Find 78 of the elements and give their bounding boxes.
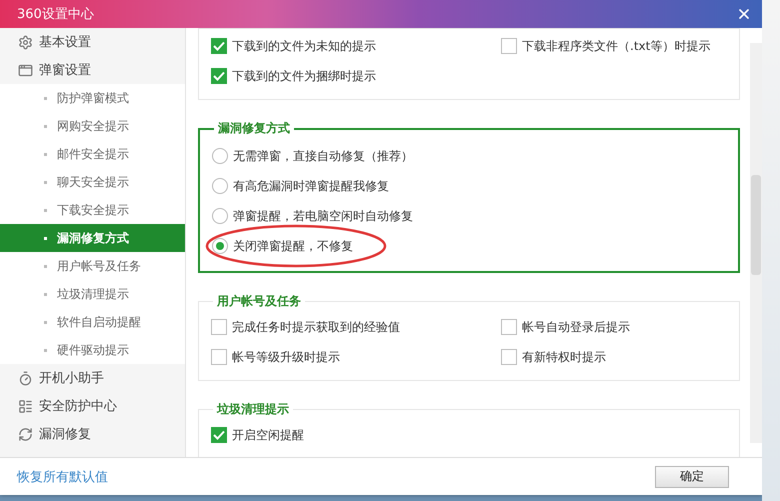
radio-button[interactable] xyxy=(212,238,228,254)
section-title: 用户帐号及任务 xyxy=(216,293,302,310)
radio-button[interactable] xyxy=(212,148,228,164)
bullet-icon xyxy=(44,320,47,324)
option-label: 开启空闲提醒 xyxy=(232,426,304,444)
bullet-icon xyxy=(44,208,47,212)
sidebar-item[interactable]: 弹窗设置 xyxy=(0,56,185,84)
option-label: 帐号自动登录后提示 xyxy=(522,318,630,336)
bullet-icon xyxy=(44,292,47,296)
option-label: 下载到的文件为捆绑时提示 xyxy=(232,68,376,84)
radio-button[interactable] xyxy=(212,178,228,194)
sidebar-subitem[interactable]: 防护弹窗模式 xyxy=(0,84,185,112)
restore-defaults-link[interactable]: 恢复所有默认值 xyxy=(17,468,108,486)
sidebar-subitem[interactable]: 软件自启动提醒 xyxy=(0,308,185,336)
checkbox[interactable] xyxy=(501,38,517,54)
sidebar-subitem[interactable]: 用户帐号及任务 xyxy=(0,252,185,280)
sidebar-label: 用户帐号及任务 xyxy=(57,258,141,274)
checkbox[interactable] xyxy=(211,427,227,443)
sidebar-icon xyxy=(18,398,33,414)
sidebar-label: 垃圾清理提示 xyxy=(57,286,129,302)
checkbox[interactable] xyxy=(501,319,517,335)
sidebar-item[interactable]: 开机小助手 xyxy=(0,364,185,392)
sidebar-subitem[interactable]: 垃圾清理提示 xyxy=(0,280,185,308)
sidebar-subitem[interactable]: 下载安全提示 xyxy=(0,196,185,224)
option-label: 有高危漏洞时弹窗提醒我修复 xyxy=(233,178,389,194)
option-label: 弹窗提醒，若电脑空闲时自动修复 xyxy=(233,208,413,224)
bullet-icon xyxy=(44,152,47,156)
close-button[interactable] xyxy=(736,6,752,22)
checkbox[interactable] xyxy=(211,319,227,335)
sidebar-icon xyxy=(18,370,33,386)
sidebar-subitem[interactable]: 聊天安全提示 xyxy=(0,168,185,196)
checkbox[interactable] xyxy=(501,349,517,365)
sidebar-icon xyxy=(18,34,33,50)
sidebar-subitem[interactable]: 硬件驱动提示 xyxy=(0,336,185,364)
sidebar-label: 开机小助手 xyxy=(39,370,104,387)
option-label: 完成任务时提示获取到的经验值 xyxy=(232,318,400,336)
bullet-icon xyxy=(44,96,47,100)
option-label: 下载非程序类文件（.txt等）时提示 xyxy=(522,38,710,54)
sidebar-label: 聊天安全提示 xyxy=(57,174,129,190)
option-label: 无需弹窗，直接自动修复（推荐） xyxy=(233,148,413,164)
bullet-icon xyxy=(44,264,47,268)
sidebar-subitem[interactable]: 邮件安全提示 xyxy=(0,140,185,168)
checkbox[interactable] xyxy=(211,68,227,84)
option-label: 帐号等级升级时提示 xyxy=(232,348,340,366)
sidebar-label: 邮件安全提示 xyxy=(57,146,129,162)
sidebar-label: 软件自启动提醒 xyxy=(57,314,141,330)
sidebar-label: 弹窗设置 xyxy=(39,62,91,79)
sidebar-label: 漏洞修复 xyxy=(39,426,91,443)
radio-button[interactable] xyxy=(212,208,228,224)
option-label: 下载到的文件为未知的提示 xyxy=(232,38,376,54)
scrollbar[interactable] xyxy=(750,43,762,443)
section-title: 垃圾清理提示 xyxy=(216,401,290,418)
sidebar-label: 网购安全提示 xyxy=(57,118,129,134)
sidebar-label: 安全防护中心 xyxy=(39,398,117,415)
bullet-icon xyxy=(44,236,47,240)
sidebar-item[interactable]: 漏洞修复 xyxy=(0,420,185,448)
bullet-icon xyxy=(44,348,47,352)
sidebar-icon xyxy=(18,426,33,442)
option-label: 有新特权时提示 xyxy=(522,348,606,366)
window-title: 360设置中心 xyxy=(17,6,94,23)
sidebar-item[interactable]: 安全防护中心 xyxy=(0,392,185,420)
bullet-icon xyxy=(44,180,47,184)
checkbox[interactable] xyxy=(211,349,227,365)
section-title: 漏洞修复方式 xyxy=(217,120,291,137)
sidebar-label: 下载安全提示 xyxy=(57,202,129,218)
close-icon xyxy=(736,6,752,22)
option-label: 关闭弹窗提醒，不修复 xyxy=(233,238,353,254)
sidebar-label: 硬件驱动提示 xyxy=(57,342,129,358)
ok-button[interactable]: 确定 xyxy=(655,466,729,488)
sidebar-label: 防护弹窗模式 xyxy=(57,90,129,106)
sidebar-label: 漏洞修复方式 xyxy=(57,230,129,246)
sidebar-subitem[interactable]: 网购安全提示 xyxy=(0,112,185,140)
bullet-icon xyxy=(44,124,47,128)
sidebar-item[interactable]: 基本设置 xyxy=(0,28,185,56)
sidebar-subitem[interactable]: 漏洞修复方式 xyxy=(0,224,185,252)
sidebar-icon xyxy=(18,62,33,78)
checkbox[interactable] xyxy=(211,38,227,54)
sidebar-label: 基本设置 xyxy=(39,34,91,51)
